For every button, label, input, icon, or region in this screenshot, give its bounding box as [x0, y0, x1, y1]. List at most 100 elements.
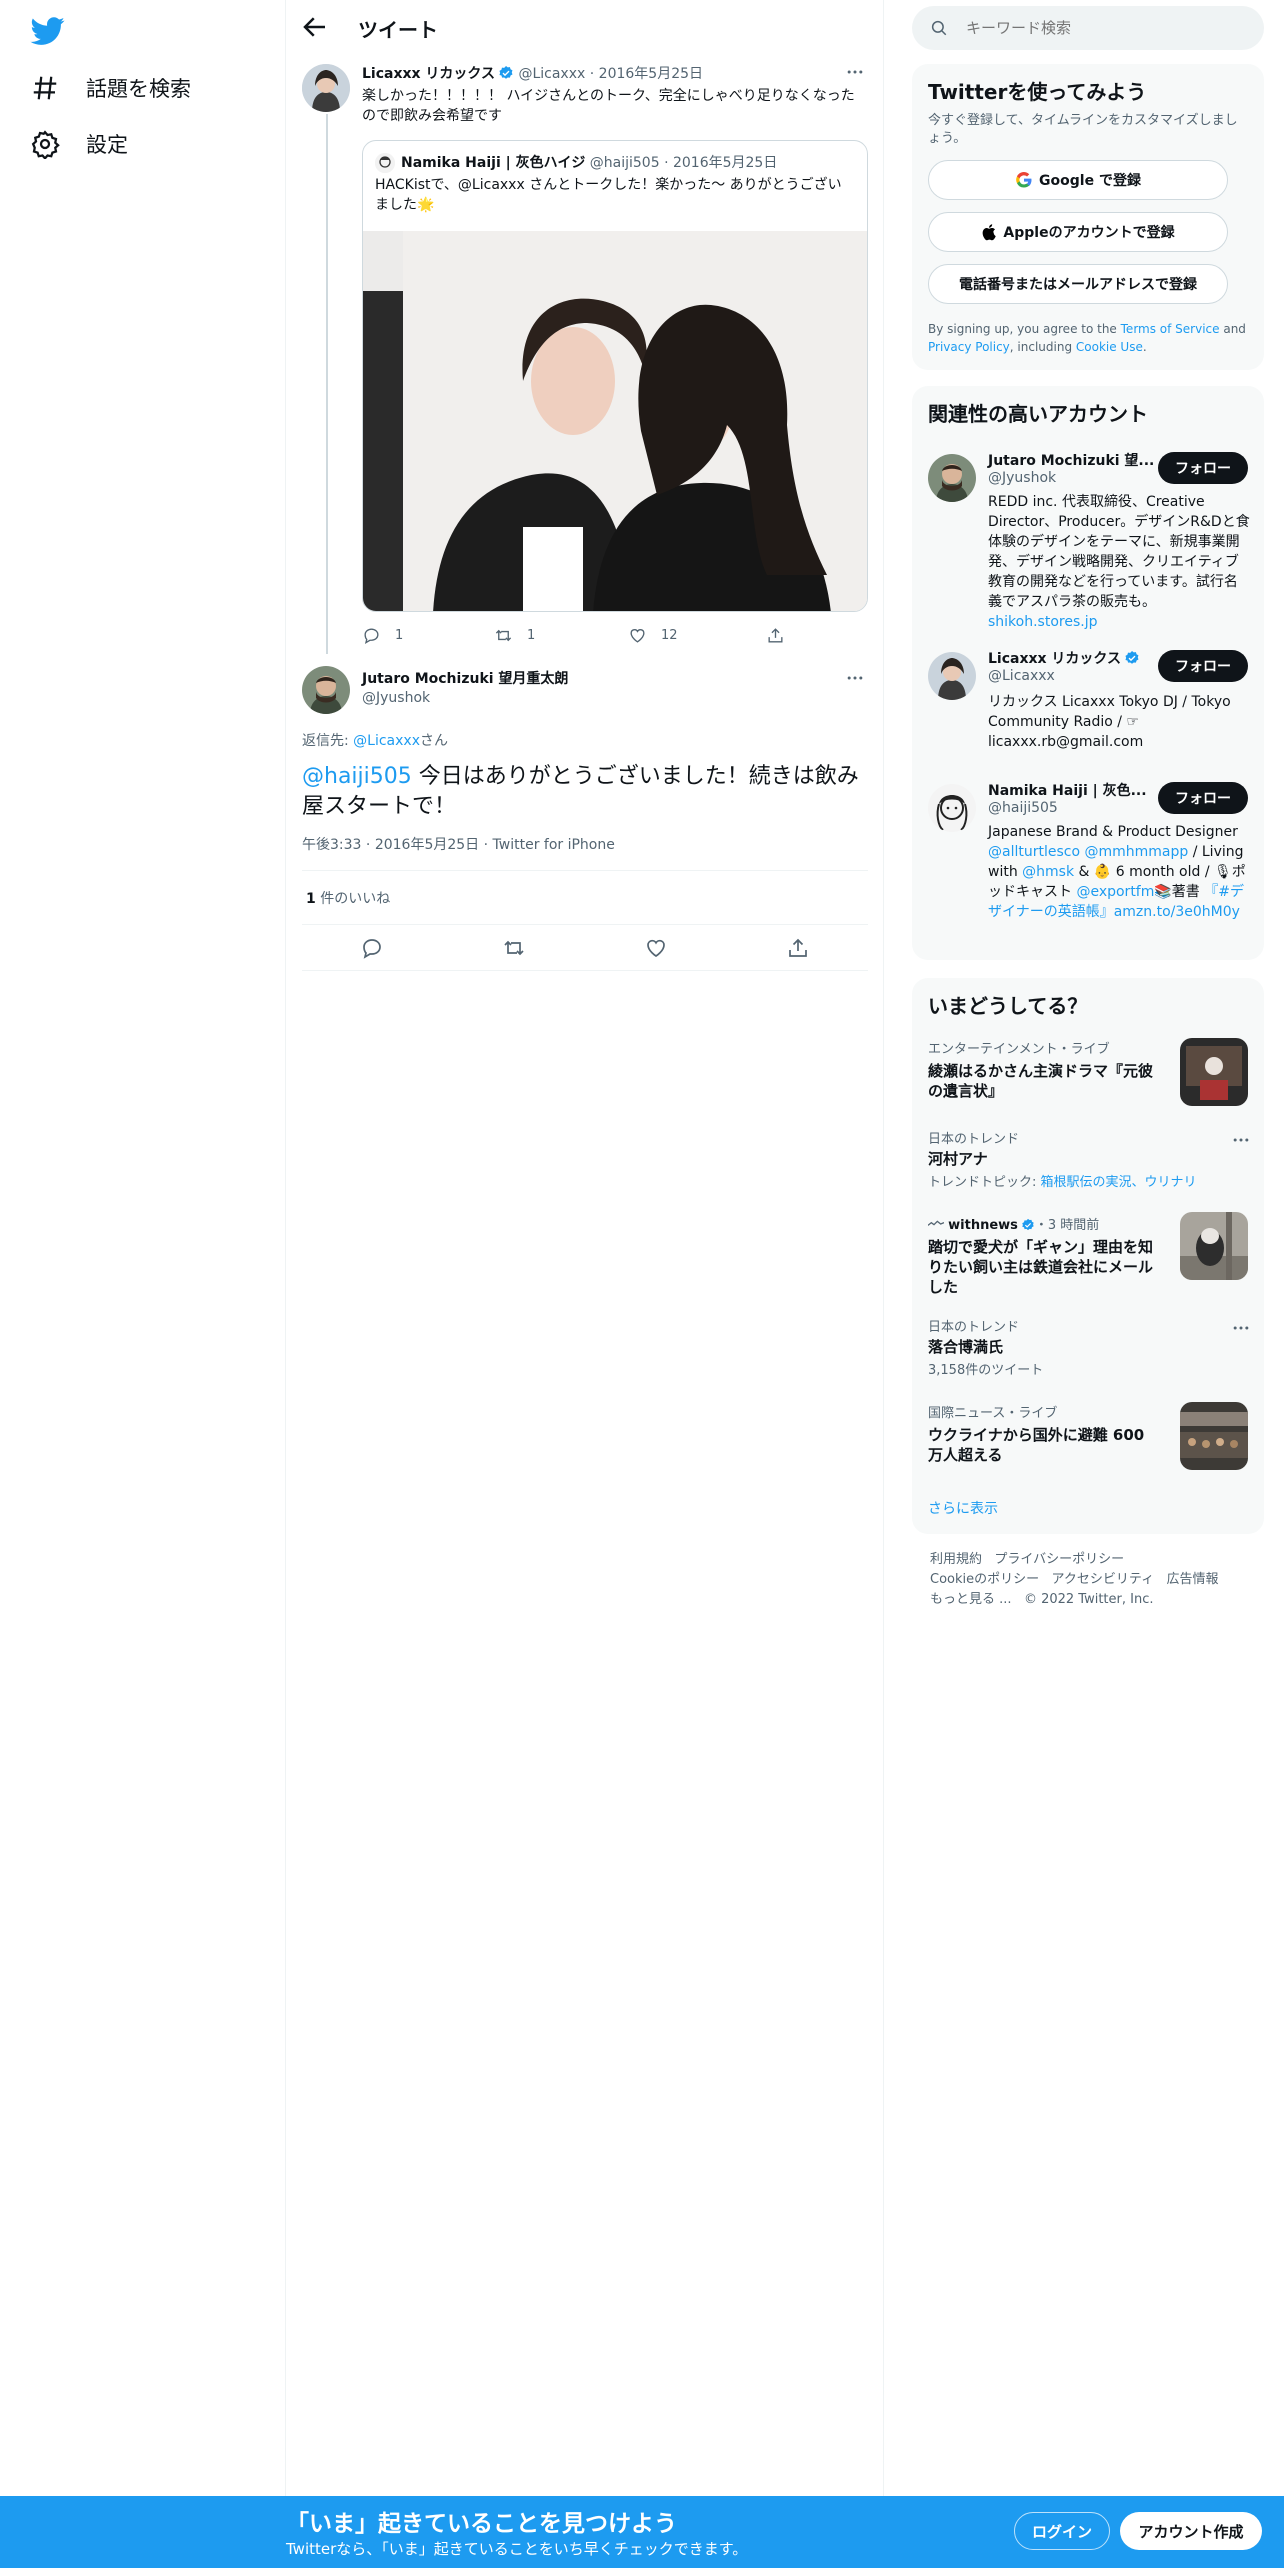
retweet-icon[interactable]	[502, 936, 526, 960]
related-account-1[interactable]: Jutaro Mochizuki 望... @Jyushok フォロー REDD…	[912, 446, 1264, 636]
main-column: ツイート Licaxxx リカックス @Licaxxx · 2016年5月25日…	[286, 0, 884, 2500]
author-name[interactable]: Jutaro Mochizuki 望月重太朗	[362, 668, 568, 688]
footer-terms[interactable]: 利用規約	[930, 1552, 982, 1567]
follow-button[interactable]: フォロー	[1158, 782, 1248, 814]
quote-author-handle: @haiji505	[589, 155, 660, 171]
nav-settings[interactable]: 設定	[30, 124, 128, 164]
related-account-3[interactable]: Namika Haiji | 灰色... @haiji505 フォロー Japa…	[912, 780, 1264, 950]
bio-text: REDD inc. 代表取締役、Creative Director、Produc…	[988, 494, 1250, 610]
more-icon[interactable]	[1228, 1318, 1254, 1338]
footer-cookie[interactable]: Cookieのポリシー	[930, 1572, 1039, 1587]
retweet-count: 1	[527, 628, 536, 643]
related-title: 関連性の高いアカウント	[928, 402, 1148, 426]
follow-button[interactable]: フォロー	[1158, 650, 1248, 682]
author-handle[interactable]: @Licaxxx	[518, 66, 585, 82]
bio-mention[interactable]: @exportfm	[1076, 884, 1154, 900]
quote-text: HACKistで、@Licaxxx さんとトークした！楽かった〜 ありがとうござ…	[375, 177, 842, 213]
account-handle[interactable]: @haiji505	[988, 800, 1058, 816]
trends-card: いまどうしてる？ エンターテインメント・ライブ 綾瀬はるかさん主演ドラマ『元彼の…	[912, 978, 1264, 1534]
reply-to-link[interactable]: @Licaxxx	[353, 733, 420, 749]
trend-thumbnail	[1180, 1212, 1248, 1280]
show-more-link[interactable]: さらに表示	[928, 1498, 998, 1518]
reply-suffix: さん	[420, 733, 448, 749]
share-icon[interactable]	[786, 936, 810, 960]
bio-mention[interactable]: @allturtlesco	[988, 844, 1080, 860]
cookie-link[interactable]: Cookie Use	[1076, 340, 1143, 354]
tweet-date[interactable]: 2016年5月25日	[375, 837, 479, 853]
author-handle[interactable]: @Jyushok	[362, 690, 430, 706]
news-source-icon	[927, 1220, 945, 1226]
mention-link[interactable]: @haiji505	[302, 764, 412, 789]
account-bio: REDD inc. 代表取締役、Creative Director、Produc…	[988, 492, 1250, 632]
twitter-logo-icon[interactable]	[30, 14, 66, 48]
footer-more[interactable]: もっと見る ...	[930, 1592, 1012, 1607]
avatar[interactable]	[302, 64, 350, 112]
more-icon[interactable]	[1228, 1130, 1254, 1150]
tweet-client[interactable]: Twitter for iPhone	[493, 837, 615, 853]
signup-legal: By signing up, you agree to the Terms of…	[928, 320, 1250, 356]
account-handle[interactable]: @Licaxxx	[988, 668, 1055, 684]
search-input[interactable]	[966, 16, 1246, 40]
quote-photo[interactable]	[363, 231, 867, 611]
footer-privacy[interactable]: プライバシーポリシー	[994, 1552, 1124, 1567]
footer-ads[interactable]: 広告情報	[1167, 1572, 1219, 1587]
divider	[302, 970, 868, 971]
signup-button[interactable]: アカウント作成	[1120, 2512, 1262, 2550]
verified-badge-icon	[499, 66, 513, 79]
bio-mention[interactable]: @mmhmmapp	[1084, 844, 1188, 860]
parent-tweet[interactable]: Licaxxx リカックス @Licaxxx · 2016年5月25日 楽しかっ…	[286, 54, 884, 654]
reply-icon[interactable]	[360, 936, 384, 960]
bio-mention[interactable]: @hmsk	[1022, 864, 1074, 880]
footer-copyright: © 2022 Twitter, Inc.	[1023, 1592, 1154, 1607]
like-count: 12	[661, 628, 678, 643]
tweet-time[interactable]: 午後3:33	[302, 837, 361, 853]
signup-title: Twitterを使ってみよう	[928, 80, 1147, 104]
phone-signup-label: 電話番号またはメールアドレスで登録	[959, 277, 1197, 293]
page-title: ツイート	[358, 18, 438, 42]
retweet-button[interactable]: 1	[494, 626, 535, 645]
avatar[interactable]	[302, 666, 350, 714]
google-signup-button[interactable]: Google で登録	[928, 160, 1228, 200]
back-arrow-icon[interactable]	[300, 12, 330, 42]
trend-thumbnail	[1180, 1402, 1248, 1470]
heart-icon[interactable]	[644, 936, 668, 960]
apple-signup-button[interactable]: Appleのアカウントで登録	[928, 212, 1228, 252]
account-name[interactable]: Licaxxx リカックス	[988, 651, 1121, 667]
account-name[interactable]: Namika Haiji | 灰色...	[988, 780, 1147, 800]
related-account-2[interactable]: Licaxxx リカックス @Licaxxx フォロー リカックス Licaxx…	[912, 650, 1264, 768]
tweet-date[interactable]: 2016年5月25日	[599, 66, 703, 82]
login-button[interactable]: ログイン	[1014, 2512, 1110, 2550]
avatar[interactable]	[928, 454, 976, 502]
apple-signup-label: Appleのアカウントで登録	[1003, 225, 1175, 241]
apple-icon	[983, 224, 997, 241]
trend-item[interactable]: 日本のトレンド 河村アナ トレンドトピック: 箱根駅伝の実況、ウリナリ	[928, 1128, 1248, 1190]
trend-item[interactable]: 日本のトレンド 落合博満氏 3,158件のツイート	[928, 1316, 1248, 1378]
account-handle[interactable]: @Jyushok	[988, 470, 1056, 486]
news-source: withnews	[948, 1218, 1018, 1233]
more-icon[interactable]	[842, 62, 868, 82]
trend-topic-links[interactable]: 箱根駅伝の実況、ウリナリ	[1041, 1175, 1197, 1190]
reply-button[interactable]: 1	[362, 626, 403, 645]
author-name[interactable]: Licaxxx リカックス	[362, 66, 495, 82]
trend-title: ウクライナから国外に避難 600万人超える	[928, 1426, 1145, 1464]
trend-thumbnail	[1180, 1038, 1248, 1106]
avatar[interactable]	[928, 652, 976, 700]
bio-link[interactable]: shikoh.stores.jp	[988, 614, 1097, 630]
phone-email-signup-button[interactable]: 電話番号またはメールアドレスで登録	[928, 264, 1228, 304]
legal-text: By signing up, you agree to the	[928, 322, 1121, 336]
like-button[interactable]: 12	[628, 626, 678, 645]
more-icon[interactable]	[842, 668, 868, 688]
terms-link[interactable]: Terms of Service	[1121, 322, 1220, 336]
footer-accessibility[interactable]: アクセシビリティ	[1052, 1572, 1155, 1587]
nav-explore[interactable]: 話題を検索	[30, 68, 191, 108]
likes-summary[interactable]: 1 件のいいね	[306, 888, 390, 908]
avatar[interactable]	[928, 784, 976, 832]
privacy-link[interactable]: Privacy Policy	[928, 340, 1010, 354]
search-bar[interactable]	[912, 6, 1264, 50]
follow-button[interactable]: フォロー	[1158, 452, 1248, 484]
reply-context: 返信先: @Licaxxxさん	[302, 730, 448, 750]
quote-date: 2016年5月25日	[672, 155, 778, 171]
quoted-tweet[interactable]: Namika Haiji | 灰色ハイジ @haiji505 · 2016年5月…	[362, 140, 868, 612]
share-button[interactable]	[766, 626, 785, 645]
account-name[interactable]: Jutaro Mochizuki 望...	[988, 450, 1154, 470]
